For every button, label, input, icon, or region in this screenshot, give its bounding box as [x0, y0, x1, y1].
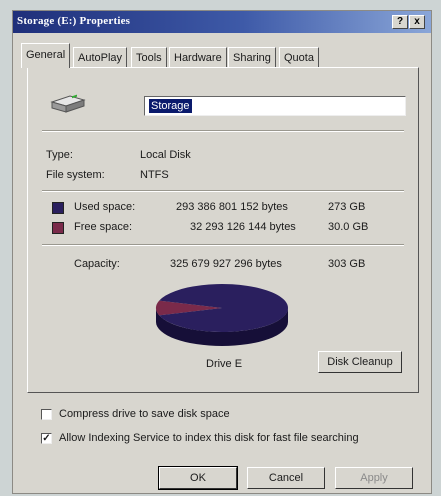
- divider: [42, 190, 404, 192]
- type-value: Local Disk: [140, 149, 191, 161]
- indexing-checkbox[interactable]: ✓: [41, 433, 52, 444]
- free-space-gb: 30.0 GB: [328, 221, 369, 233]
- compress-label: Compress drive to save disk space: [59, 408, 230, 420]
- properties-dialog: Storage (E:) Properties ? x General Auto…: [12, 10, 432, 494]
- compress-checkbox[interactable]: [41, 409, 52, 420]
- disk-cleanup-button[interactable]: Disk Cleanup: [318, 351, 402, 373]
- used-space-gb: 273 GB: [328, 201, 366, 213]
- free-space-label: Free space:: [74, 221, 133, 233]
- tab-hardware[interactable]: Hardware: [169, 47, 227, 67]
- window-title: Storage (E:) Properties: [17, 15, 131, 27]
- close-button[interactable]: x: [409, 15, 425, 29]
- used-space-bytes: 293 386 801 152 bytes: [176, 201, 288, 213]
- filesystem-label: File system:: [46, 169, 105, 181]
- cancel-button[interactable]: Cancel: [247, 467, 325, 489]
- drive-icon: [50, 94, 86, 113]
- drive-caption: Drive E: [206, 358, 243, 370]
- filesystem-value: NTFS: [140, 169, 169, 181]
- divider: [42, 244, 404, 246]
- tab-autoplay[interactable]: AutoPlay: [73, 47, 128, 67]
- free-space-swatch: [52, 222, 64, 234]
- used-space-swatch: [52, 202, 64, 214]
- indexing-label: Allow Indexing Service to index this dis…: [59, 432, 359, 444]
- tab-quota[interactable]: Quota: [279, 47, 319, 67]
- free-space-bytes: 32 293 126 144 bytes: [190, 221, 296, 233]
- help-button[interactable]: ?: [392, 15, 408, 29]
- drive-name-value: Storage: [149, 99, 192, 113]
- capacity-label: Capacity:: [74, 258, 120, 270]
- drive-name-field[interactable]: Storage: [144, 96, 406, 116]
- capacity-bytes: 325 679 927 296 bytes: [170, 258, 282, 270]
- tab-sharing[interactable]: Sharing: [228, 47, 276, 67]
- ok-button[interactable]: OK: [158, 466, 238, 490]
- divider: [42, 130, 404, 132]
- type-label: Type:: [46, 149, 73, 161]
- disk-usage-pie-chart: [156, 284, 288, 346]
- tab-general[interactable]: General: [21, 43, 71, 68]
- used-space-label: Used space:: [74, 201, 136, 213]
- general-panel: Storage Type: Local Disk File system: NT…: [27, 67, 419, 393]
- tab-tools[interactable]: Tools: [131, 47, 167, 67]
- title-bar[interactable]: Storage (E:) Properties ? x: [13, 11, 431, 33]
- capacity-gb: 303 GB: [328, 258, 366, 270]
- apply-button[interactable]: Apply: [335, 467, 413, 489]
